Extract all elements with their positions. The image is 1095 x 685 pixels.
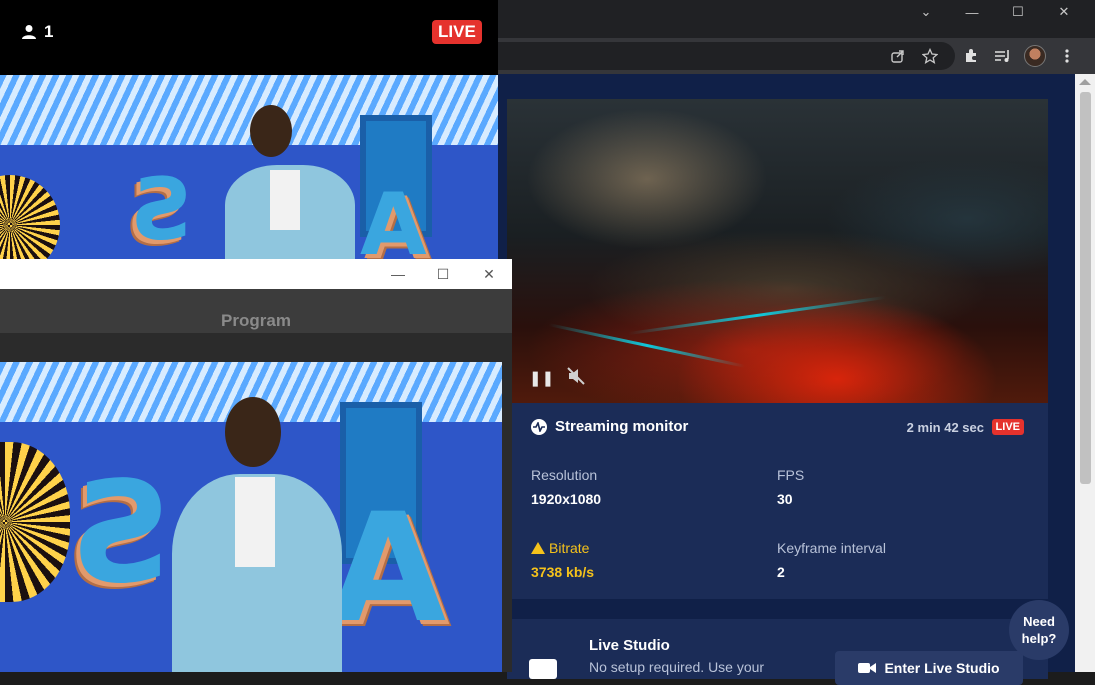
scrollbar-thumb[interactable]: [1080, 92, 1091, 484]
help-line-2: help?: [1021, 631, 1057, 646]
set-letter: A: [360, 175, 427, 260]
minimize-button[interactable]: —: [949, 0, 995, 24]
live-studio-description: No setup required. Use your: [589, 659, 765, 675]
close-button[interactable]: ✕: [1041, 0, 1087, 24]
fps-value: 30: [777, 491, 793, 507]
camera-icon: [529, 659, 557, 679]
menu-icon[interactable]: [1055, 44, 1079, 68]
maximize-button[interactable]: ☐: [420, 259, 466, 289]
scroll-up-arrow[interactable]: [1079, 79, 1091, 85]
profile-avatar[interactable]: [1023, 44, 1047, 68]
live-badge: LIVE: [432, 20, 482, 44]
bitrate-value: 3738 kb/s: [531, 564, 595, 580]
presenter-shirt: [235, 477, 275, 567]
program-label-bar: Program: [0, 289, 512, 333]
mute-icon[interactable]: [565, 365, 587, 387]
set-letter: A: [330, 482, 447, 656]
scrollbar[interactable]: [1075, 74, 1095, 672]
tab-search-button[interactable]: ⌄: [903, 0, 949, 24]
presenter-shirt: [270, 170, 300, 230]
live-studio-title: Live Studio: [589, 637, 670, 654]
address-bar[interactable]: [497, 42, 955, 70]
resolution-value: 1920x1080: [531, 491, 602, 507]
bitrate-label: Bitrate: [531, 540, 589, 556]
person-icon: [22, 24, 36, 40]
program-titlebar: — ☐ ✕: [0, 259, 512, 289]
set-letter: S: [70, 452, 171, 615]
viewer-count-value: 1: [44, 22, 54, 41]
browser-toolbar: [497, 38, 1095, 74]
extensions-icon[interactable]: [959, 44, 983, 68]
resolution-label: Resolution: [531, 467, 598, 483]
need-help-button[interactable]: Need help?: [1009, 600, 1069, 660]
close-button[interactable]: ✕: [466, 259, 512, 289]
warning-icon: [531, 542, 545, 554]
program-video: S A: [0, 362, 502, 672]
keyframe-label: Keyframe interval: [777, 540, 886, 556]
minimize-button[interactable]: —: [375, 259, 421, 289]
presenter-head: [250, 105, 292, 157]
set-letter: S: [130, 160, 192, 260]
media-icon[interactable]: [991, 44, 1015, 68]
live-badge: LIVE: [991, 419, 1024, 435]
streaming-monitor-panel: Streaming monitor 2 min 42 sec LIVE Reso…: [507, 403, 1048, 599]
stream-duration: 2 min 42 sec: [906, 420, 984, 435]
program-divider: [0, 333, 512, 362]
presenter-head: [225, 397, 281, 467]
live-preview-window: S A 1 LIVE: [0, 0, 498, 260]
video-camera-icon: [858, 663, 877, 673]
light-streak: [628, 295, 886, 336]
pause-icon[interactable]: ❚❚: [529, 369, 554, 387]
browser-window: ⌄ — ☐ ✕ ❚❚ Streaming monitor 2 min 42 se…: [497, 0, 1095, 685]
help-line-1: Need: [1023, 614, 1055, 629]
share-icon[interactable]: [886, 44, 910, 68]
video-player[interactable]: ❚❚: [507, 99, 1048, 403]
browser-titlebar: ⌄ — ☐ ✕: [497, 0, 1095, 38]
page-viewport: ❚❚ Streaming monitor 2 min 42 sec LIVE R…: [497, 74, 1075, 685]
star-icon[interactable]: [918, 44, 942, 68]
enter-live-studio-label: Enter Live Studio: [884, 660, 1000, 676]
maximize-button[interactable]: ☐: [995, 0, 1041, 24]
monitor-heading: Streaming monitor: [531, 418, 688, 435]
enter-live-studio-button[interactable]: Enter Live Studio: [835, 651, 1023, 685]
program-window: — ☐ ✕ Program S A: [0, 259, 512, 672]
pulse-icon: [531, 418, 547, 435]
keyframe-value: 2: [777, 564, 785, 580]
program-title: Program: [221, 311, 291, 330]
monitor-title: Streaming monitor: [555, 418, 689, 435]
bitrate-label-text: Bitrate: [549, 540, 590, 556]
fps-label: FPS: [777, 467, 805, 483]
preview-video: S A: [0, 75, 498, 260]
viewer-count: 1: [22, 22, 53, 42]
live-studio-card: Live Studio No setup required. Use your …: [507, 619, 1048, 685]
